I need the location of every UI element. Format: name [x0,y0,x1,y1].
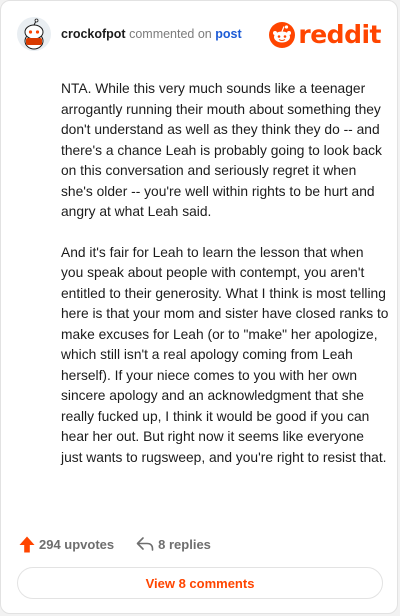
comment-actions: 294 upvotes 8 replies [19,533,211,555]
comment-body: NTA. While this very much sounds like a … [61,79,389,488]
author-line: crockofpot commented on post [61,27,242,41]
snoo-avatar-icon[interactable] [17,17,51,51]
upvote-count[interactable]: 294 upvotes [39,537,114,552]
upvote-arrow-icon[interactable] [19,536,35,553]
action-text: commented on [129,27,212,41]
comment-paragraph: NTA. While this very much sounds like a … [61,81,382,219]
reddit-logo[interactable]: reddit [269,21,381,49]
username[interactable]: crockofpot [61,27,126,41]
comment-paragraph: And it's fair for Leah to learn the less… [61,244,389,465]
post-link[interactable]: post [215,27,241,41]
reply-button[interactable]: 8 replies [136,536,211,552]
comment-card: crockofpot commented on post reddit NTA.… [0,0,398,614]
reply-arrow-icon [136,536,154,552]
reddit-snoo-icon [269,22,296,48]
comment-header: crockofpot commented on post reddit [17,17,381,51]
reply-count: 8 replies [158,536,211,552]
view-comments-button[interactable]: View 8 comments [17,567,383,599]
reddit-wordmark: reddit [298,20,381,49]
